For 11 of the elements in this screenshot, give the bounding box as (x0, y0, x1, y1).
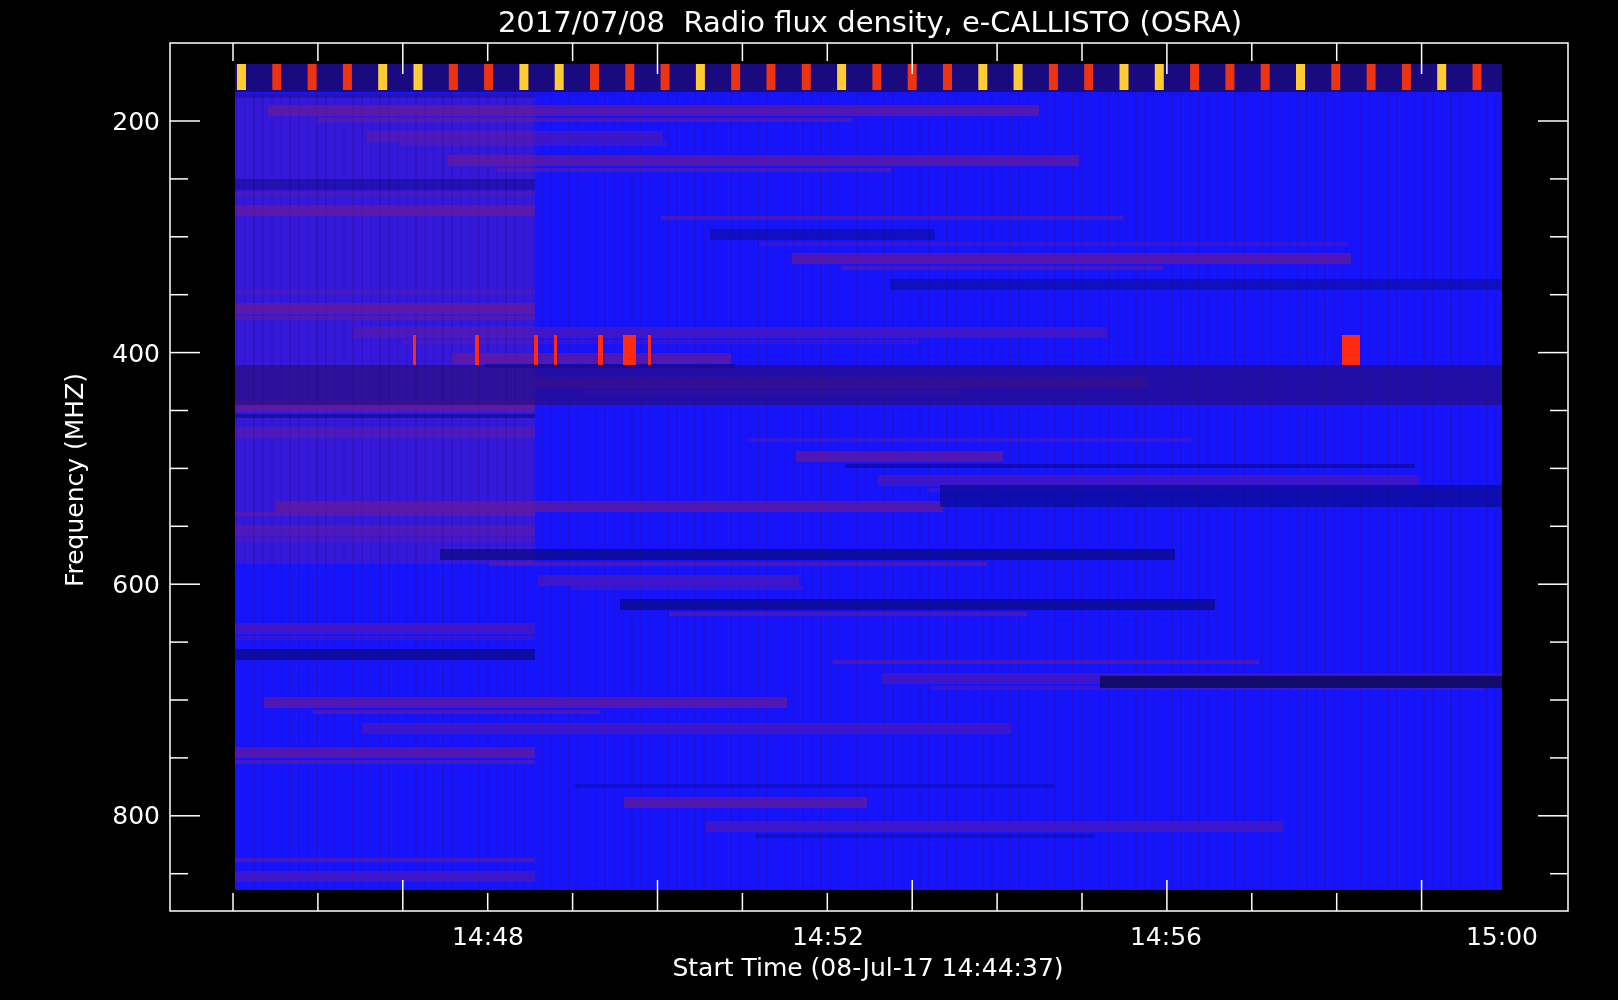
tick-label: 14:56 (1130, 922, 1202, 951)
plot-title: 2017/07/08 Radio flux density, e-CALLISTO (OSRA) (497, 5, 1243, 39)
tick-label: 14:52 (792, 922, 864, 951)
axis-label: Frequency (MHZ) (60, 372, 89, 588)
tick-label: 400 (112, 339, 160, 368)
tick-label: 600 (112, 570, 160, 599)
tick-label: 14:48 (452, 922, 524, 951)
tick-label: 800 (112, 801, 160, 830)
axis-label: Start Time (08-Jul-17 14:44:37) (672, 953, 1064, 982)
tick-label: 200 (112, 107, 160, 136)
tick-label: 15:00 (1466, 922, 1538, 951)
